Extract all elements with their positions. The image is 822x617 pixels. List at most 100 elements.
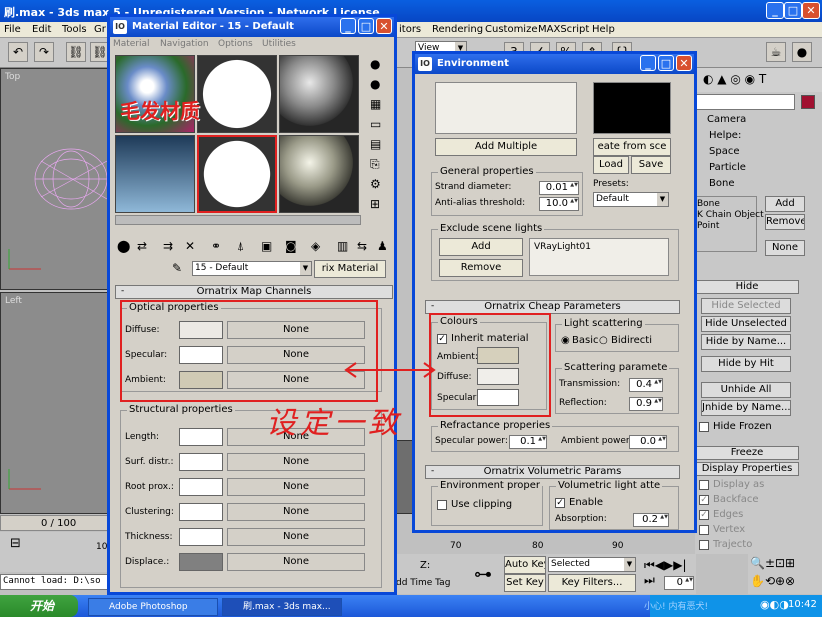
exclude-remove-button[interactable]: Remove <box>439 259 523 277</box>
transmission-field[interactable]: 0.4 <box>629 378 663 392</box>
unhide-by-name-button[interactable]: Jnhide by Name... <box>701 400 791 416</box>
freeze-rollout[interactable]: Freeze <box>695 446 799 460</box>
hide-rollout[interactable]: Hide <box>695 280 799 294</box>
reflection-field[interactable]: 0.9 <box>629 397 663 411</box>
start-button[interactable]: 开始 <box>0 595 78 617</box>
me-maximize-button[interactable]: □ <box>358 18 374 34</box>
get-material-icon[interactable]: ⬤ <box>117 239 130 253</box>
eyedropper-icon[interactable]: ✎ <box>172 261 182 275</box>
menu-editors[interactable]: itors <box>399 24 421 35</box>
cheap-params-rollout[interactable]: Ornatrix Cheap Parameters <box>425 300 680 314</box>
sample-slot-6[interactable] <box>279 135 359 213</box>
menu-file[interactable]: File <box>4 24 21 35</box>
hide-by-hit-button[interactable]: Hide by Hit <box>701 356 791 372</box>
track-bar[interactable]: ⊟ 10 <box>0 532 108 572</box>
options-icon[interactable]: ⚙ <box>370 177 381 191</box>
video-check-icon[interactable]: ▤ <box>370 137 381 151</box>
viewport-top[interactable]: Top <box>0 68 108 290</box>
presets-dropdown[interactable]: Default <box>593 192 669 207</box>
make-preview-icon[interactable]: ⎘ <box>370 157 380 172</box>
material-effects-icon[interactable]: ▣ <box>261 239 272 253</box>
me-minimize-button[interactable]: _ <box>340 18 356 34</box>
add-time-tag[interactable]: dd Time Tag <box>396 578 450 588</box>
specular-power-field[interactable]: 0.1 <box>509 435 547 449</box>
menu-group[interactable]: Gr <box>94 24 106 35</box>
tray-icons[interactable]: ◉◐◑ <box>760 598 789 611</box>
select-by-material-icon[interactable]: ⊞ <box>370 197 380 211</box>
menu-customize[interactable]: Customize <box>485 24 538 35</box>
backlight-icon[interactable]: ● <box>370 77 380 91</box>
sample-type-icon[interactable]: ● <box>370 57 380 71</box>
env-close-button[interactable]: ✕ <box>676 55 692 71</box>
absorption-field[interactable]: 0.2 <box>633 513 669 527</box>
name-field[interactable] <box>695 94 795 110</box>
structural-color-swatch-2[interactable] <box>179 478 223 496</box>
link-icon[interactable]: ⛓ <box>66 42 86 62</box>
load-button[interactable]: Load <box>593 156 629 174</box>
menu-help[interactable]: Help <box>592 24 615 35</box>
sample-slot-3[interactable] <box>279 55 359 133</box>
none-button[interactable]: None <box>765 240 805 256</box>
structural-color-swatch-1[interactable] <box>179 453 223 471</box>
hair-object-list[interactable] <box>435 82 577 134</box>
volumetric-collapse-icon[interactable]: - <box>431 466 434 476</box>
put-library-icon[interactable]: ⍋ <box>237 239 244 254</box>
menu-rendering[interactable]: Rendering <box>432 24 483 35</box>
delete-icon[interactable]: ✕ <box>185 239 195 253</box>
menu-edit[interactable]: Edit <box>32 24 51 35</box>
render-icon[interactable]: ☕ <box>766 42 786 62</box>
structural-color-swatch-4[interactable] <box>179 528 223 546</box>
zoom-icons[interactable]: 🔍±⊡⊞ <box>750 556 795 570</box>
structural-map-button-2[interactable]: None <box>227 478 365 496</box>
display-as-checkbox[interactable] <box>699 480 709 490</box>
list-item-bone[interactable]: Bone <box>709 178 734 189</box>
create-from-scene-button[interactable]: eate from sce <box>593 138 671 156</box>
minimize-button[interactable]: _ <box>766 2 784 19</box>
go-to-parent-icon[interactable]: ▥ <box>337 239 348 253</box>
me-close-button[interactable]: ✕ <box>376 18 392 34</box>
hide-by-name-button[interactable]: Hide by Name... <box>701 334 791 350</box>
antialias-field[interactable]: 10.0 <box>539 197 579 211</box>
list-item-helpers[interactable]: Helpe: <box>709 130 741 141</box>
structural-map-button-3[interactable]: None <box>227 503 365 521</box>
viewport-left[interactable]: Left <box>0 292 108 514</box>
edges-checkbox[interactable]: ✓ <box>699 510 709 520</box>
quick-render-icon[interactable]: ● <box>792 42 812 62</box>
hide-frozen-checkbox[interactable] <box>699 422 709 432</box>
exclude-add-button[interactable]: Add <box>439 238 523 256</box>
map-channels-rollout[interactable]: Ornatrix Map Channels <box>115 285 393 299</box>
time-slider[interactable]: 0 / 100 <box>0 515 108 531</box>
maximize-button[interactable]: □ <box>784 2 802 19</box>
make-unique-icon[interactable]: ⚭ <box>211 239 221 253</box>
list-item-particle[interactable]: Particle <box>709 162 746 173</box>
excluded-light-item[interactable]: VRayLight01 <box>534 242 591 252</box>
volumetric-params-rollout[interactable]: Ornatrix Volumetric Params <box>425 465 680 479</box>
undo-icon[interactable]: ↶ <box>8 42 28 62</box>
object-color-swatch[interactable] <box>801 95 815 109</box>
display-properties-rollout[interactable]: Display Properties <box>695 462 799 476</box>
show-end-result-icon[interactable]: ◈ <box>311 239 320 253</box>
vertex-checkbox[interactable] <box>699 525 709 535</box>
cheap-collapse-icon[interactable]: - <box>431 301 434 311</box>
me-menu-material[interactable]: Material <box>113 39 150 49</box>
save-button[interactable]: Save <box>631 156 671 174</box>
background-icon[interactable]: ▦ <box>370 97 381 111</box>
close-button[interactable]: ✕ <box>802 2 820 19</box>
uv-tiling-icon[interactable]: ▭ <box>370 117 381 131</box>
bidirectional-radio[interactable]: ○ <box>599 335 608 346</box>
sample-slot-2[interactable] <box>197 55 277 133</box>
trajectory-checkbox[interactable] <box>699 540 709 550</box>
pick-material-icon[interactable]: ♟ <box>377 239 388 253</box>
remove-button[interactable]: Remove <box>765 214 805 230</box>
sample-scrollbar-h[interactable] <box>115 215 361 225</box>
hide-selected-button[interactable]: Hide Selected <box>701 298 791 314</box>
list-item-space[interactable]: Space <box>709 146 739 157</box>
material-type-button[interactable]: rix Material <box>314 260 386 278</box>
structural-map-button-4[interactable]: None <box>227 528 365 546</box>
rollout-collapse-icon[interactable]: - <box>121 286 124 296</box>
me-menu-navigation[interactable]: Navigation <box>160 39 209 49</box>
ambient-power-field[interactable]: 0.0 <box>629 435 667 449</box>
structural-color-swatch-5[interactable] <box>179 553 223 571</box>
hide-unselected-button[interactable]: Hide Unselected <box>701 316 791 332</box>
chain-list[interactable]: Bone K Chain Object Point <box>695 196 764 252</box>
